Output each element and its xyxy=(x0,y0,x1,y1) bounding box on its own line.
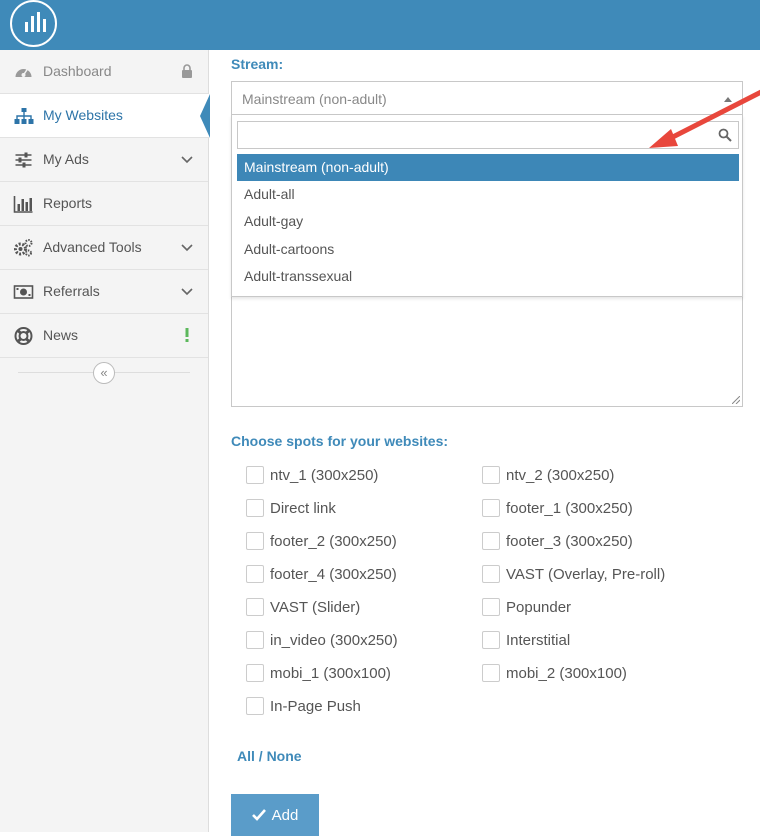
collapse-sidebar-button[interactable]: « xyxy=(93,362,115,384)
spot-checkbox[interactable]: VAST (Overlay, Pre-roll) xyxy=(482,563,665,585)
checkbox[interactable] xyxy=(482,499,500,517)
lock-icon xyxy=(182,64,192,78)
sidebar-item-label: Advanced Tools xyxy=(43,239,142,255)
checkbox[interactable] xyxy=(246,598,264,616)
checkbox[interactable] xyxy=(246,499,264,517)
spot-checkbox[interactable]: ntv_2 (300x250) xyxy=(482,464,614,486)
sidebar-item-label: Referrals xyxy=(43,283,100,299)
bar-chart-icon xyxy=(13,196,33,213)
logo-icon[interactable] xyxy=(10,0,57,47)
spot-checkbox[interactable]: footer_1 (300x250) xyxy=(482,497,633,519)
separator: / xyxy=(258,748,263,764)
checkbox[interactable] xyxy=(482,466,500,484)
sidebar-item-reports[interactable]: Reports xyxy=(0,182,208,226)
select-all-link[interactable]: All xyxy=(237,748,255,764)
spot-checkbox[interactable]: VAST (Slider) xyxy=(246,596,360,618)
spot-checkbox[interactable]: footer_3 (300x250) xyxy=(482,530,633,552)
gauge-icon xyxy=(15,68,32,77)
top-bar xyxy=(0,0,760,50)
sidebar-item-my-ads[interactable]: My Ads xyxy=(0,138,208,182)
spot-checkbox[interactable]: in_video (300x250) xyxy=(246,629,398,651)
sidebar-item-advanced-tools[interactable]: Advanced Tools xyxy=(0,226,208,270)
spot-checkbox[interactable]: mobi_2 (300x100) xyxy=(482,662,627,684)
spot-checkbox[interactable]: Direct link xyxy=(246,497,336,519)
spot-checkbox[interactable]: footer_4 (300x250) xyxy=(246,563,397,585)
chevron-down-icon xyxy=(181,156,193,164)
stream-option[interactable]: Adult-gay xyxy=(237,208,739,235)
stream-option[interactable]: Mainstream (non-adult) xyxy=(237,154,739,181)
chevron-down-icon xyxy=(181,244,193,252)
sidebar-item-label: My Ads xyxy=(43,151,89,167)
add-button[interactable]: Add xyxy=(231,794,319,836)
spot-checkbox[interactable]: Interstitial xyxy=(482,629,570,651)
sidebar-item-label: My Websites xyxy=(43,107,123,123)
money-icon xyxy=(13,285,34,299)
sidebar-item-referrals[interactable]: Referrals xyxy=(0,270,208,314)
checkbox[interactable] xyxy=(482,532,500,550)
checkbox[interactable] xyxy=(246,532,264,550)
sitemap-icon xyxy=(14,108,34,124)
gears-icon xyxy=(14,239,33,257)
checkbox[interactable] xyxy=(246,631,264,649)
select-all-none: All / None xyxy=(237,748,302,764)
checkbox[interactable] xyxy=(482,664,500,682)
stream-select-value: Mainstream (non-adult) xyxy=(242,91,387,107)
spots-label: Choose spots for your websites: xyxy=(231,433,449,449)
spot-checkbox[interactable]: ntv_1 (300x250) xyxy=(246,464,378,486)
check-icon xyxy=(251,809,266,821)
checkbox[interactable] xyxy=(246,466,264,484)
checkbox[interactable] xyxy=(246,664,264,682)
checkbox[interactable] xyxy=(246,565,264,583)
annotation-arrow-icon xyxy=(649,89,760,148)
stream-label: Stream: xyxy=(231,56,284,72)
checkbox[interactable] xyxy=(246,697,264,715)
sidebar-collapse-row: « xyxy=(0,358,208,388)
spot-checkbox[interactable]: footer_2 (300x250) xyxy=(246,530,397,552)
stream-option[interactable]: Adult-transsexual xyxy=(237,263,739,290)
sidebar-item-news[interactable]: News xyxy=(0,314,208,358)
stream-option[interactable]: Adult-cartoons xyxy=(237,236,739,263)
sidebar: Dashboard My Websites My Ads Reports Adv… xyxy=(0,50,210,832)
chevron-down-icon xyxy=(181,288,193,296)
sidebar-item-my-websites[interactable]: My Websites xyxy=(0,94,210,138)
sidebar-item-label: News xyxy=(43,327,79,343)
checkbox[interactable] xyxy=(482,631,500,649)
sidebar-item-label: Reports xyxy=(43,195,93,211)
resize-handle-icon[interactable] xyxy=(732,396,740,404)
select-none-link[interactable]: None xyxy=(267,748,302,764)
lifebuoy-icon xyxy=(14,327,33,345)
sidebar-item-dashboard[interactable]: Dashboard xyxy=(0,50,208,94)
sliders-icon xyxy=(15,152,32,168)
checkbox[interactable] xyxy=(482,598,500,616)
add-button-label: Add xyxy=(271,806,299,824)
stream-option[interactable]: Adult-all xyxy=(237,181,739,208)
sidebar-item-label: Dashboard xyxy=(43,63,112,79)
spot-checkbox[interactable]: In-Page Push xyxy=(246,695,361,717)
spot-checkbox[interactable]: mobi_1 (300x100) xyxy=(246,662,391,684)
spot-checkbox[interactable]: Popunder xyxy=(482,596,571,618)
checkbox[interactable] xyxy=(482,565,500,583)
exclamation-icon xyxy=(185,328,189,342)
